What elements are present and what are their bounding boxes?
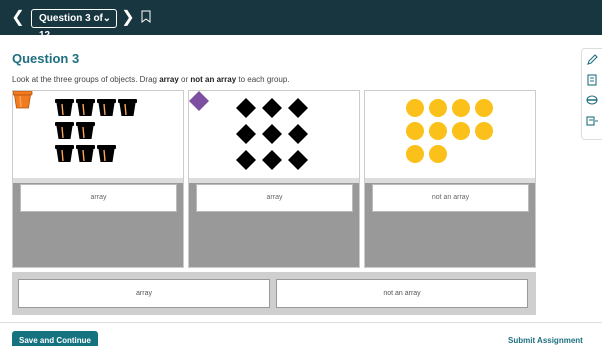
circle-icon — [406, 99, 493, 163]
object-group-1: array — [12, 90, 184, 268]
divider — [13, 178, 183, 183]
chevron-right-icon[interactable]: ❯ — [121, 9, 135, 27]
chevron-left-icon[interactable]: ❮ — [11, 9, 25, 27]
diamond-icon — [189, 91, 209, 111]
group-1-answer-drop[interactable]: array — [20, 184, 177, 212]
notepad-icon[interactable] — [585, 73, 599, 87]
divider — [365, 178, 535, 183]
answer-option-array[interactable]: array — [18, 279, 270, 308]
question-selector[interactable]: Question 3 of 12 ⌄ — [31, 9, 117, 41]
group-3-answer-drop[interactable]: not an array — [372, 184, 529, 212]
reader-icon[interactable] — [585, 114, 599, 128]
flower-pot-icon — [12, 90, 33, 109]
question-title: Question 3 — [12, 51, 80, 66]
pencil-icon[interactable] — [585, 53, 599, 67]
answer-bank: array not an array — [12, 272, 536, 315]
bookmark-icon[interactable] — [141, 10, 151, 23]
group-2-answer-drop[interactable]: array — [196, 184, 353, 212]
save-and-continue-button[interactable]: Save and Continue — [12, 331, 98, 346]
object-group-2: array — [188, 90, 360, 268]
answer-option-not-an-array[interactable]: not an array — [276, 279, 528, 308]
footer: Save and Continue Submit Assignment — [0, 322, 602, 346]
submit-assignment-link[interactable]: Submit Assignment — [508, 336, 583, 345]
highlighter-icon[interactable] — [585, 93, 599, 107]
divider — [189, 178, 359, 183]
yellow-circles-image — [365, 91, 535, 178]
purple-diamonds-image — [189, 91, 359, 178]
flower-pots-image — [12, 90, 183, 178]
tools-panel — [581, 48, 602, 140]
question-instructions: Look at the three groups of objects. Dra… — [12, 75, 290, 84]
question-nav-bar: ❮ Question 3 of 12 ⌄ ❯ — [0, 0, 602, 41]
object-group-3: not an array — [364, 90, 536, 268]
question-selector-label: Question 3 of 12 — [39, 13, 103, 41]
chevron-down-icon: ⌄ — [102, 13, 111, 24]
